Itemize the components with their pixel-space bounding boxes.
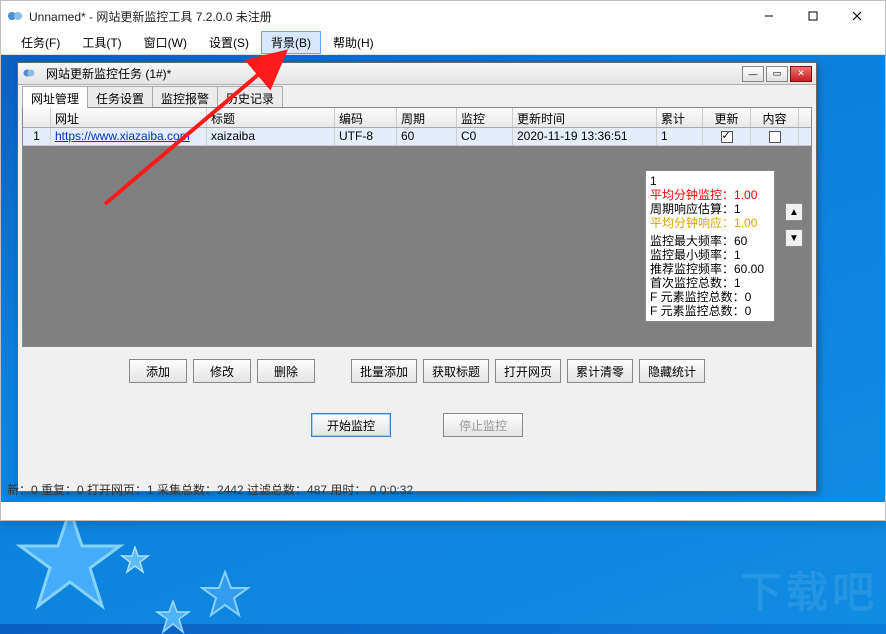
cell-url: https://www.xiazaiba.com xyxy=(51,128,207,145)
col-url[interactable]: 网址 xyxy=(51,108,207,127)
move-down-button[interactable]: ▼ xyxy=(785,229,803,247)
menubar: 任务(F) 工具(T) 窗口(W) 设置(S) 背景(B) 帮助(H) xyxy=(1,31,885,55)
stats-line: F 元素监控总数：0 xyxy=(650,304,770,318)
col-update[interactable]: 更新 xyxy=(703,108,751,127)
cell-index: 1 xyxy=(23,128,51,145)
titlebar: Unnamed* - 网站更新监控工具 7.2.0.0 未注册 xyxy=(1,1,885,31)
content-checkbox[interactable] xyxy=(769,131,781,143)
col-index[interactable] xyxy=(23,108,51,127)
col-monitor[interactable]: 监控 xyxy=(457,108,513,127)
cell-title: xaizaiba xyxy=(207,128,335,145)
app-icon xyxy=(7,8,23,24)
watermark: 下载吧 xyxy=(740,559,878,620)
stats-panel: 1 平均分钟监控：1.00 周期响应估算：1 平均分钟响应：1.00 监控最大频… xyxy=(645,170,775,322)
col-total[interactable]: 累计 xyxy=(657,108,703,127)
get-title-button[interactable]: 获取标题 xyxy=(423,359,489,383)
stats-line: 平均分钟监控：1.00 xyxy=(650,188,770,202)
stats-line: 推荐监控频率：60.00 xyxy=(650,262,770,276)
cell-content-check xyxy=(751,128,799,145)
child-window-icon xyxy=(22,66,38,82)
col-updated[interactable]: 更新时间 xyxy=(513,108,657,127)
col-title[interactable]: 标题 xyxy=(207,108,335,127)
start-monitor-button[interactable]: 开始监控 xyxy=(311,413,391,437)
star-decoration xyxy=(200,570,250,618)
menu-tool[interactable]: 工具(T) xyxy=(72,31,131,54)
stats-line: 监控最大频率：60 xyxy=(650,234,770,248)
tab-url-manage[interactable]: 网址管理 xyxy=(22,86,88,108)
menu-background[interactable]: 背景(B) xyxy=(261,31,321,54)
tab-task-settings[interactable]: 任务设置 xyxy=(87,86,153,108)
move-up-button[interactable]: ▲ xyxy=(785,203,803,221)
child-titlebar: 网站更新监控任务 (1#)* — ▭ ✕ xyxy=(18,63,816,85)
cell-period: 60 xyxy=(397,128,457,145)
star-decoration xyxy=(120,546,150,574)
tab-strip: 网址管理 任务设置 监控报警 历史记录 xyxy=(18,85,816,107)
main-window: Unnamed* - 网站更新监控工具 7.2.0.0 未注册 任务(F) 工具… xyxy=(0,0,886,521)
child-close-button[interactable]: ✕ xyxy=(790,66,812,82)
grid-header: 网址 标题 编码 周期 监控 更新时间 累计 更新 内容 xyxy=(23,108,811,128)
col-period[interactable]: 周期 xyxy=(397,108,457,127)
menu-window[interactable]: 窗口(W) xyxy=(134,31,197,54)
hide-stats-button[interactable]: 隐藏统计 xyxy=(639,359,705,383)
task-child-window: 网站更新监控任务 (1#)* — ▭ ✕ 网址管理 任务设置 监控报警 历史记录… xyxy=(17,62,817,492)
minimize-button[interactable] xyxy=(747,2,791,30)
maximize-button[interactable] xyxy=(791,2,835,30)
cell-updated: 2020-11-19 13:36:51 xyxy=(513,128,657,145)
clear-total-button[interactable]: 累计清零 xyxy=(567,359,633,383)
tab-history[interactable]: 历史记录 xyxy=(217,86,283,108)
update-checkbox[interactable] xyxy=(721,131,733,143)
cell-update-check xyxy=(703,128,751,145)
url-link[interactable]: https://www.xiazaiba.com xyxy=(55,129,190,143)
batch-add-button[interactable]: 批量添加 xyxy=(351,359,417,383)
stats-line: 1 xyxy=(650,174,770,188)
menu-help[interactable]: 帮助(H) xyxy=(323,31,384,54)
url-grid: 网址 标题 编码 周期 监控 更新时间 累计 更新 内容 1 https://w… xyxy=(22,107,812,347)
star-decoration xyxy=(155,600,191,634)
close-button[interactable] xyxy=(835,2,879,30)
add-button[interactable]: 添加 xyxy=(129,359,187,383)
stats-line: F 元素监控总数：0 xyxy=(650,290,770,304)
edit-button[interactable]: 修改 xyxy=(193,359,251,383)
col-content[interactable]: 内容 xyxy=(751,108,799,127)
col-encoding[interactable]: 编码 xyxy=(335,108,397,127)
stop-monitor-button[interactable]: 停止监控 xyxy=(443,413,523,437)
stats-line: 首次监控总数：1 xyxy=(650,276,770,290)
stats-line: 周期响应估算：1 xyxy=(650,202,770,216)
stats-line: 平均分钟响应：1.00 xyxy=(650,216,770,230)
child-minimize-button[interactable]: — xyxy=(742,66,764,82)
delete-button[interactable]: 删除 xyxy=(257,359,315,383)
child-maximize-button[interactable]: ▭ xyxy=(766,66,788,82)
menu-task[interactable]: 任务(F) xyxy=(11,31,70,54)
cell-encoding: UTF-8 xyxy=(335,128,397,145)
stats-line: 监控最小频率：1 xyxy=(650,248,770,262)
mdi-area: 网站更新监控任务 (1#)* — ▭ ✕ 网址管理 任务设置 监控报警 历史记录… xyxy=(1,55,885,502)
window-title: Unnamed* - 网站更新监控工具 7.2.0.0 未注册 xyxy=(29,8,747,25)
table-row[interactable]: 1 https://www.xiazaiba.com xaizaiba UTF-… xyxy=(23,128,811,146)
cell-monitor: C0 xyxy=(457,128,513,145)
cell-total: 1 xyxy=(657,128,703,145)
tab-monitor-alarm[interactable]: 监控报警 xyxy=(152,86,218,108)
child-window-title: 网站更新监控任务 (1#)* xyxy=(44,65,742,82)
open-page-button[interactable]: 打开网页 xyxy=(495,359,561,383)
menu-settings[interactable]: 设置(S) xyxy=(199,31,259,54)
status-bar-text: 新：0 重复：0 打开网页：1 采集总数：2442 过滤总数：487 用时： 0… xyxy=(7,481,413,498)
